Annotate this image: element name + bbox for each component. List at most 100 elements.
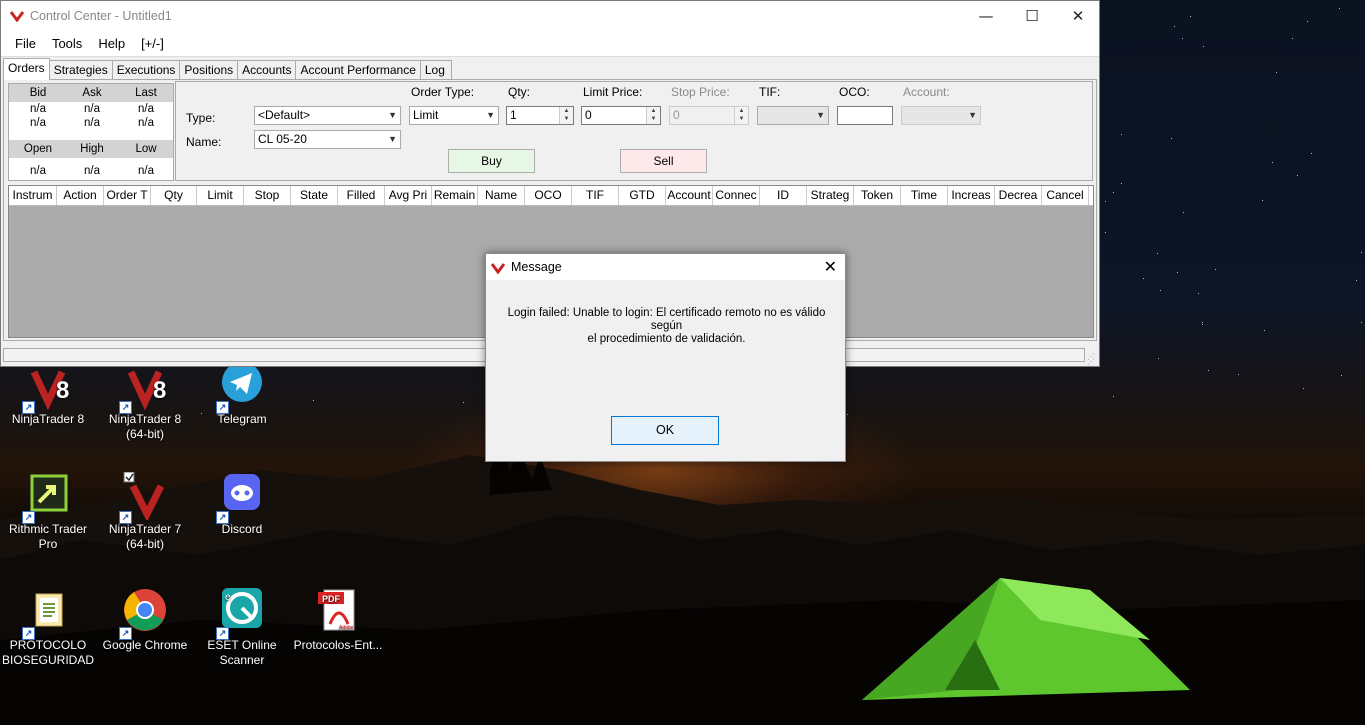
quote-value-row: n/a n/a n/a	[9, 116, 173, 130]
menu-help[interactable]: Help	[90, 32, 133, 55]
quote-value-row: n/a n/a n/a	[9, 102, 173, 116]
orders-grid-header: Instrum Action Order T Qty Limit Stop State Fil…	[9, 186, 1093, 206]
high-value: n/a	[84, 165, 100, 177]
chevron-down-icon: ▼	[968, 110, 977, 120]
quote-header-row: Open High Low	[9, 140, 173, 158]
resize-grip-icon[interactable]: ⋰ ⋰	[1087, 353, 1097, 366]
chevron-down-icon: ▼	[816, 110, 825, 120]
qty-value: 1	[510, 108, 517, 122]
tab-accounts[interactable]: Accounts	[237, 60, 297, 80]
dialog-close-button[interactable]: ✕	[824, 257, 837, 276]
column-header[interactable]: Stop	[244, 186, 291, 205]
column-header[interactable]: Remain	[432, 186, 478, 205]
desktop-icon-label: (64-bit)	[125, 427, 164, 441]
ninjatrader-7-icon: ↗	[119, 471, 169, 524]
telegram-icon: ↗	[216, 362, 266, 414]
desktop-icon-rithmic[interactable]: ↗ Rithmic Trader Pro	[0, 472, 96, 552]
column-header[interactable]: TIF	[572, 186, 619, 205]
column-header[interactable]: Qty	[151, 186, 197, 205]
limit-price-stepper[interactable]: 0 ▲ ▼	[581, 106, 661, 125]
column-header[interactable]: ID	[760, 186, 807, 205]
column-header[interactable]: Name	[478, 186, 525, 205]
minimize-button[interactable]: —	[963, 1, 1009, 32]
desktop-icon-ninjatrader-8-64[interactable]: 8 ↗ NinjaTrader 8 (64-bit)	[97, 362, 193, 442]
quote-box: Bid Ask Last n/a n/a n/a n/a n/a n/a Ope…	[8, 83, 174, 181]
column-header[interactable]: Connec	[713, 186, 760, 205]
bid-size-value: n/a	[30, 117, 46, 129]
order-type-select[interactable]: Limit ▼	[409, 106, 499, 125]
instrument-type-select[interactable]: <Default> ▼	[254, 106, 401, 125]
rithmic-icon: ↗	[22, 472, 72, 524]
name-label: Name:	[186, 135, 222, 149]
maximize-button[interactable]: ☐	[1009, 1, 1055, 32]
tab-strategies[interactable]: Strategies	[48, 60, 113, 80]
qty-stepper[interactable]: 1 ▲ ▼	[506, 106, 574, 125]
column-header[interactable]: Increas	[948, 186, 995, 205]
shortcut-arrow-icon: ↗	[22, 627, 35, 640]
svg-text:e: e	[225, 592, 231, 603]
menu-tools[interactable]: Tools	[44, 32, 90, 55]
desktop-icon-protocolo-bioseguridad[interactable]: ↗ PROTOCOLO BIOSEGURIDAD	[0, 588, 96, 668]
stop-price-stepper[interactable]: 0 ▲ ▼	[669, 106, 749, 125]
account-label: Account:	[903, 85, 950, 99]
shortcut-arrow-icon: ↗	[22, 401, 35, 414]
tab-account-performance[interactable]: Account Performance	[295, 60, 421, 80]
qty-label: Qty:	[508, 85, 531, 99]
column-header[interactable]: State	[291, 186, 338, 205]
desktop-icon-protocolos-pdf[interactable]: PDF Adobe Protocolos-Ent...	[290, 588, 386, 653]
column-header[interactable]: Action	[57, 186, 104, 205]
column-header[interactable]: Strateg	[807, 186, 854, 205]
dialog-message-line: el procedimiento de validación.	[587, 333, 746, 345]
sell-button[interactable]: Sell	[620, 149, 707, 173]
column-header[interactable]: Decrea	[995, 186, 1042, 205]
tif-select[interactable]: ▼	[757, 106, 829, 125]
instrument-name-select[interactable]: CL 05-20 ▼	[254, 130, 401, 149]
quote-header-row: Bid Ask Last	[9, 84, 173, 102]
window-titlebar[interactable]: Control Center - Untitled1 — ☐ ✕	[1, 1, 1099, 32]
stepper-arrows-icon[interactable]: ▲ ▼	[559, 107, 573, 124]
column-header[interactable]: Limit	[197, 186, 244, 205]
desktop-icon-label: NinjaTrader 8	[108, 412, 182, 426]
svg-text:8: 8	[56, 377, 69, 404]
desktop-icon-eset[interactable]: e ↗ ESET Online Scanner	[194, 588, 290, 668]
column-header[interactable]: Time	[901, 186, 948, 205]
desktop-icon-label: NinjaTrader 7	[108, 522, 182, 536]
column-header[interactable]: Token	[854, 186, 901, 205]
stepper-arrows-icon[interactable]: ▲ ▼	[734, 107, 748, 124]
desktop-icon-label: Protocolos-Ent...	[293, 638, 383, 652]
menu-toggle-expand[interactable]: [+/-]	[133, 32, 172, 55]
column-header[interactable]: Filled	[338, 186, 385, 205]
ok-button[interactable]: OK	[611, 416, 719, 445]
column-header[interactable]: Order T	[104, 186, 151, 205]
tab-executions[interactable]: Executions	[111, 60, 181, 80]
limit-price-value: 0	[585, 108, 592, 122]
stepper-arrows-icon[interactable]: ▲ ▼	[646, 107, 660, 124]
column-header[interactable]: Account	[666, 186, 713, 205]
tab-strip: Orders Strategies Executions Positions A…	[3, 58, 452, 80]
ninjatrader-8-icon: 8 ↗	[22, 362, 72, 414]
column-header[interactable]: Cancel	[1042, 186, 1089, 205]
desktop-icon-label: BIOSEGURIDAD	[1, 653, 94, 667]
column-header[interactable]: OCO	[525, 186, 572, 205]
desktop-icon-ninjatrader-8[interactable]: 8 ↗ NinjaTrader 8	[0, 362, 96, 427]
desktop-icon-telegram[interactable]: ↗ Telegram	[194, 362, 290, 427]
close-button[interactable]: ✕	[1055, 1, 1101, 32]
tab-positions[interactable]: Positions	[179, 60, 239, 80]
buy-button[interactable]: Buy	[448, 149, 535, 173]
column-header[interactable]: GTD	[619, 186, 666, 205]
desktop-icon-discord[interactable]: ↗ Discord	[194, 472, 290, 537]
column-header[interactable]: Avg Pri	[385, 186, 432, 205]
tab-log[interactable]: Log	[419, 60, 452, 80]
desktop-icon-ninjatrader-7[interactable]: ↗ NinjaTrader 7 (64-bit)	[97, 471, 193, 552]
column-header[interactable]: Instrum	[9, 186, 57, 205]
desktop-icon-google-chrome[interactable]: ↗ Google Chrome	[97, 588, 193, 653]
account-select[interactable]: ▼	[901, 106, 981, 125]
dialog-titlebar[interactable]: Message ✕	[486, 254, 845, 280]
chevron-down-icon: ▼	[388, 134, 397, 144]
oco-input[interactable]	[837, 106, 893, 125]
menu-file[interactable]: File	[1, 32, 44, 55]
tab-orders[interactable]: Orders	[3, 58, 50, 80]
menu-bar: File Tools Help [+/-]	[1, 32, 1099, 57]
stop-price-value: 0	[673, 108, 680, 122]
pdf-icon: PDF Adobe	[314, 588, 362, 636]
